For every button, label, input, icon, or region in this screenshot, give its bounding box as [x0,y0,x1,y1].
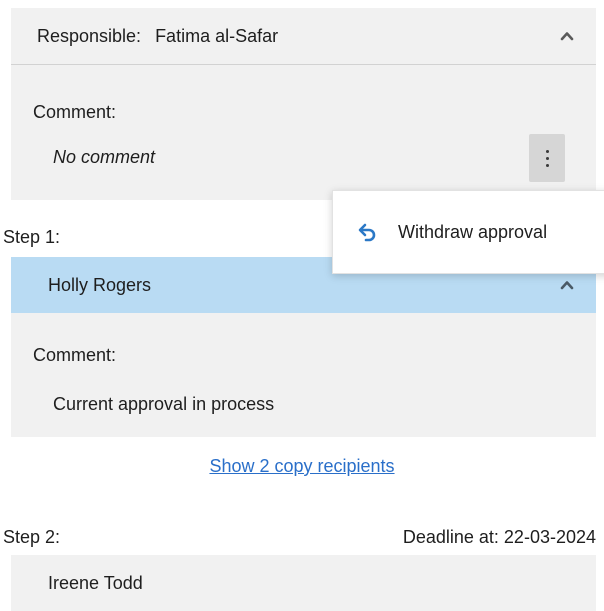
dot [545,163,549,167]
responsible-label: Responsible: [37,25,142,46]
responsible-name: Fatima al-Safar [155,25,279,46]
step-2-header[interactable]: Ireene Todd [11,555,596,611]
comment-value: Current approval in process [53,394,275,414]
deadline-text: Deadline at: 22-03-2024 [402,527,596,547]
show-copy-recipients-link[interactable]: Show 2 copy recipients [0,456,604,477]
comment-label: Comment: [33,345,117,365]
step-1-label: Step 1: [3,227,61,247]
step-2-approver: Ireene Todd [48,572,143,593]
more-options-button[interactable] [529,134,565,182]
chevron-up-icon[interactable] [560,29,574,43]
responsible-comment-block: Comment: No comment [11,65,596,200]
withdraw-approval-menu-item[interactable]: Withdraw approval [398,222,547,243]
dot [545,156,549,160]
comment-value: No comment [53,147,156,167]
responsible-header[interactable]: Responsible: Fatima al-Safar [11,8,596,65]
context-menu: Withdraw approval [332,190,604,274]
comment-label: Comment: [33,102,117,122]
undo-arrow-icon [358,223,376,242]
dot [545,149,549,153]
chevron-up-icon[interactable] [560,278,574,292]
step-1-comment-block: Comment: Current approval in process [11,313,596,437]
step-1-approver: Holly Rogers [48,274,152,295]
step-2-label: Step 2: [3,527,61,547]
